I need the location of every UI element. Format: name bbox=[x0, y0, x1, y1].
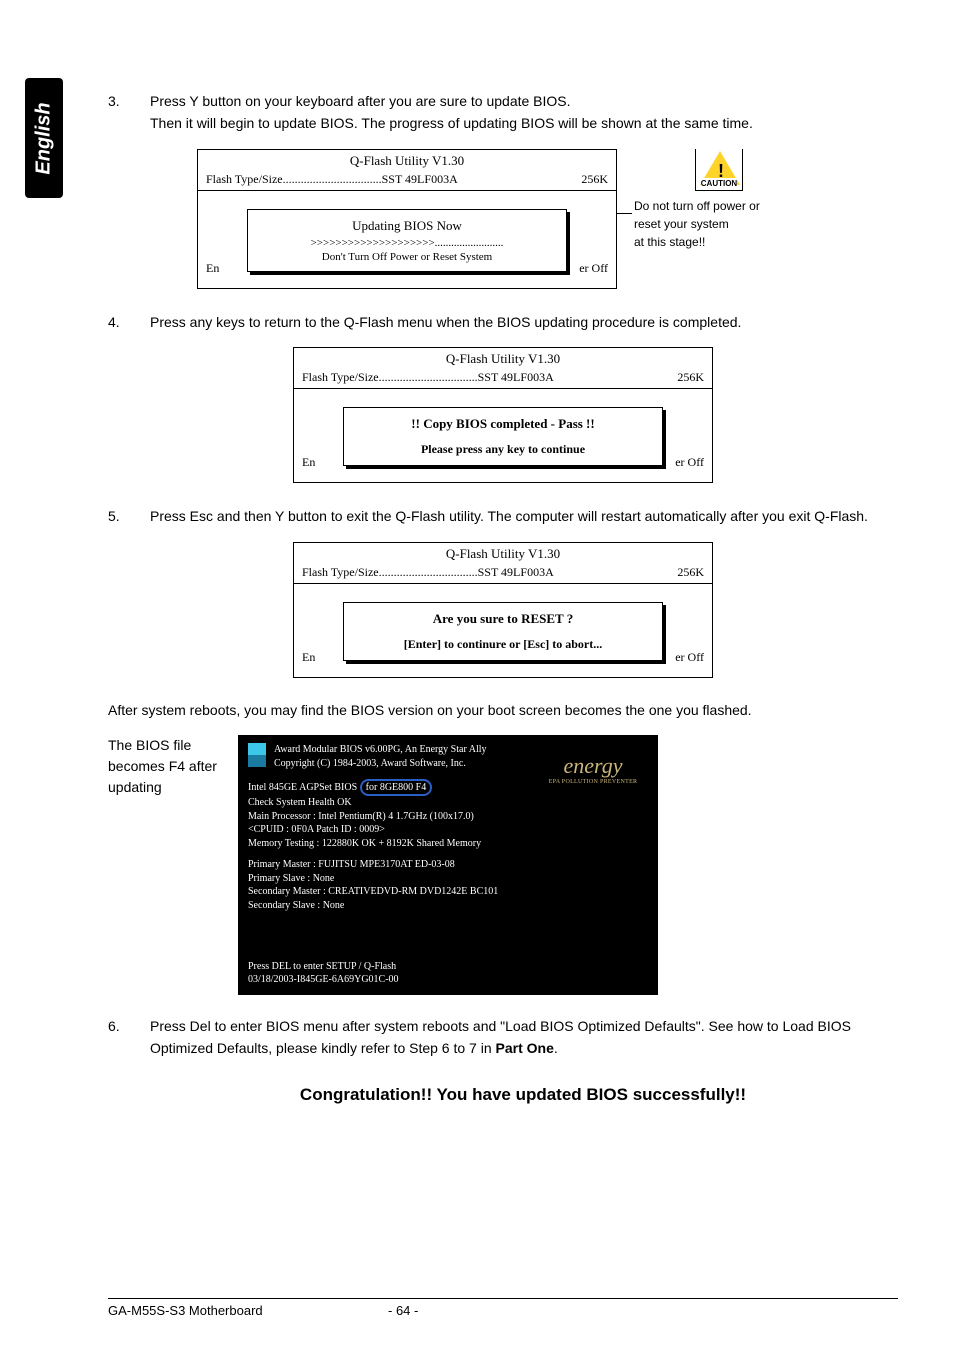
reset-question: Are you sure to RESET ? bbox=[350, 611, 656, 627]
language-label: English bbox=[33, 102, 56, 174]
flash-size: 256K bbox=[677, 565, 704, 580]
text-tail: . bbox=[554, 1040, 558, 1056]
flash-size: 256K bbox=[581, 172, 608, 187]
qflash-panel-completed: Q-Flash Utility V1.30 Flash Type/Size...… bbox=[108, 347, 898, 483]
language-tab: English bbox=[25, 78, 63, 198]
completed-message: !! Copy BIOS completed - Pass !! bbox=[350, 416, 656, 432]
footer-fragment-left: En bbox=[302, 650, 315, 665]
footer-fragment-right: er Off bbox=[675, 650, 704, 665]
qflash-title: Q-Flash Utility V1.30 bbox=[294, 348, 712, 370]
press-key-message: Please press any key to continue bbox=[350, 442, 656, 457]
congratulation-text: Congratulation!! You have updated BIOS s… bbox=[148, 1085, 898, 1105]
qflash-panel-reset: Q-Flash Utility V1.30 Flash Type/Size...… bbox=[108, 542, 898, 678]
cpuid-line: <CPUID : 0F0A Patch ID : 0009> bbox=[248, 824, 385, 835]
flash-size: 256K bbox=[677, 370, 704, 385]
caution-callout: ! CAUTION Do not turn off power or reset… bbox=[629, 149, 809, 251]
step-3: 3. Press Y button on your keyboard after… bbox=[108, 90, 898, 135]
agp-line-prefix: Intel 845GE AGPSet BIOS bbox=[248, 782, 360, 793]
footer-fragment-right: er Off bbox=[579, 261, 608, 276]
footer-fragment-left: En bbox=[302, 455, 315, 470]
qflash-box: Q-Flash Utility V1.30 Flash Type/Size...… bbox=[293, 347, 713, 483]
award-logo-icon bbox=[248, 743, 266, 767]
text-line: at this stage!! bbox=[634, 235, 705, 249]
press-del-line: Press DEL to enter SETUP / Q-Flash bbox=[248, 961, 396, 972]
qflash-inner-dialog: Are you sure to RESET ? [Enter] to conti… bbox=[343, 602, 663, 661]
bios-header-line: Award Modular BIOS v6.00PG, An Energy St… bbox=[274, 743, 487, 757]
step-text: Press Esc and then Y button to exit the … bbox=[150, 505, 898, 527]
bios-copyright-line: Copyright (C) 1984-2003, Award Software,… bbox=[274, 757, 487, 771]
step-number: 3. bbox=[108, 90, 150, 135]
flash-type-label: Flash Type/Size.........................… bbox=[302, 565, 554, 580]
footer-fragment-right: er Off bbox=[675, 455, 704, 470]
step-text: Press any keys to return to the Q-Flash … bbox=[150, 311, 898, 333]
qflash-box: Q-Flash Utility V1.30 Flash Type/Size...… bbox=[197, 149, 617, 289]
bios-code-line: 03/18/2003-I845GE-6A69YG01C-00 bbox=[248, 974, 399, 985]
boot-screen-row: The BIOS file becomes F4 after updating … bbox=[108, 735, 898, 995]
bios-boot-screen: Award Modular BIOS v6.00PG, An Energy St… bbox=[238, 735, 658, 995]
step-number: 6. bbox=[108, 1015, 150, 1060]
progress-bar: >>>>>>>>>>>>>>>>>>>>....................… bbox=[254, 234, 560, 249]
flash-type-label: Flash Type/Size.........................… bbox=[206, 172, 458, 187]
text-line: Then it will begin to update BIOS. The p… bbox=[150, 115, 753, 131]
processor-line: Main Processor : Intel Pentium(R) 4 1.7G… bbox=[248, 811, 474, 822]
text-line: Do not turn off power or bbox=[634, 199, 760, 213]
secondary-slave-line: Secondary Slave : None bbox=[248, 900, 344, 911]
flash-type-label: Flash Type/Size.........................… bbox=[302, 370, 554, 385]
energy-text: energy bbox=[538, 753, 648, 779]
health-line: Check System Health OK bbox=[248, 797, 352, 808]
qflash-title: Q-Flash Utility V1.30 bbox=[294, 543, 712, 565]
qflash-inner-dialog: !! Copy BIOS completed - Pass !! Please … bbox=[343, 407, 663, 466]
step-text: Press Del to enter BIOS menu after syste… bbox=[150, 1015, 898, 1060]
step-5: 5. Press Esc and then Y button to exit t… bbox=[108, 505, 898, 527]
reset-instructions: [Enter] to continure or [Esc] to abort..… bbox=[350, 637, 656, 652]
qflash-title: Q-Flash Utility V1.30 bbox=[198, 150, 616, 172]
step-number: 4. bbox=[108, 311, 150, 333]
boot-label-callout: The BIOS file becomes F4 after updating bbox=[108, 735, 238, 798]
caution-text: Do not turn off power or reset your syst… bbox=[634, 197, 804, 251]
step-text: Press Y button on your keyboard after yo… bbox=[150, 90, 898, 135]
memory-line: Memory Testing : 122880K OK + 8192K Shar… bbox=[248, 838, 481, 849]
page-number: - 64 - bbox=[388, 1303, 418, 1318]
qflash-panel-updating: Q-Flash Utility V1.30 Flash Type/Size...… bbox=[108, 149, 898, 289]
motherboard-name: GA-M55S-S3 Motherboard bbox=[108, 1303, 388, 1318]
secondary-master-line: Secondary Master : CREATIVEDVD-RM DVD124… bbox=[248, 886, 498, 897]
step-6: 6. Press Del to enter BIOS menu after sy… bbox=[108, 1015, 898, 1060]
energy-sub-text: EPA POLLUTION PREVENTER bbox=[538, 779, 648, 785]
connector-line bbox=[616, 213, 632, 214]
updating-message: Updating BIOS Now bbox=[254, 218, 560, 234]
page-footer: GA-M55S-S3 Motherboard - 64 - bbox=[108, 1298, 898, 1318]
primary-master-line: Primary Master : FUJITSU MPE3170AT ED-03… bbox=[248, 859, 455, 870]
step-number: 5. bbox=[108, 505, 150, 527]
text-line: Press Y button on your keyboard after yo… bbox=[150, 93, 571, 109]
step-4: 4. Press any keys to return to the Q-Fla… bbox=[108, 311, 898, 333]
caution-label: CAUTION bbox=[701, 178, 737, 189]
primary-slave-line: Primary Slave : None bbox=[248, 873, 334, 884]
bios-version-highlight: for 8GE800 F4 bbox=[360, 779, 433, 797]
qflash-inner-dialog: Updating BIOS Now >>>>>>>>>>>>>>>>>>>>..… bbox=[247, 209, 567, 272]
footer-fragment-left: En bbox=[206, 261, 219, 276]
qflash-box: Q-Flash Utility V1.30 Flash Type/Size...… bbox=[293, 542, 713, 678]
text-line: reset your system bbox=[634, 217, 729, 231]
energy-star-badge: energy EPA POLLUTION PREVENTER bbox=[538, 753, 648, 785]
after-reboot-text: After system reboots, you may find the B… bbox=[108, 700, 898, 721]
page-content: 3. Press Y button on your keyboard after… bbox=[108, 90, 898, 1105]
warning-subtext: Don't Turn Off Power or Reset System bbox=[254, 249, 560, 263]
caution-icon: ! CAUTION bbox=[695, 149, 743, 191]
text-bold: Part One bbox=[496, 1040, 554, 1056]
